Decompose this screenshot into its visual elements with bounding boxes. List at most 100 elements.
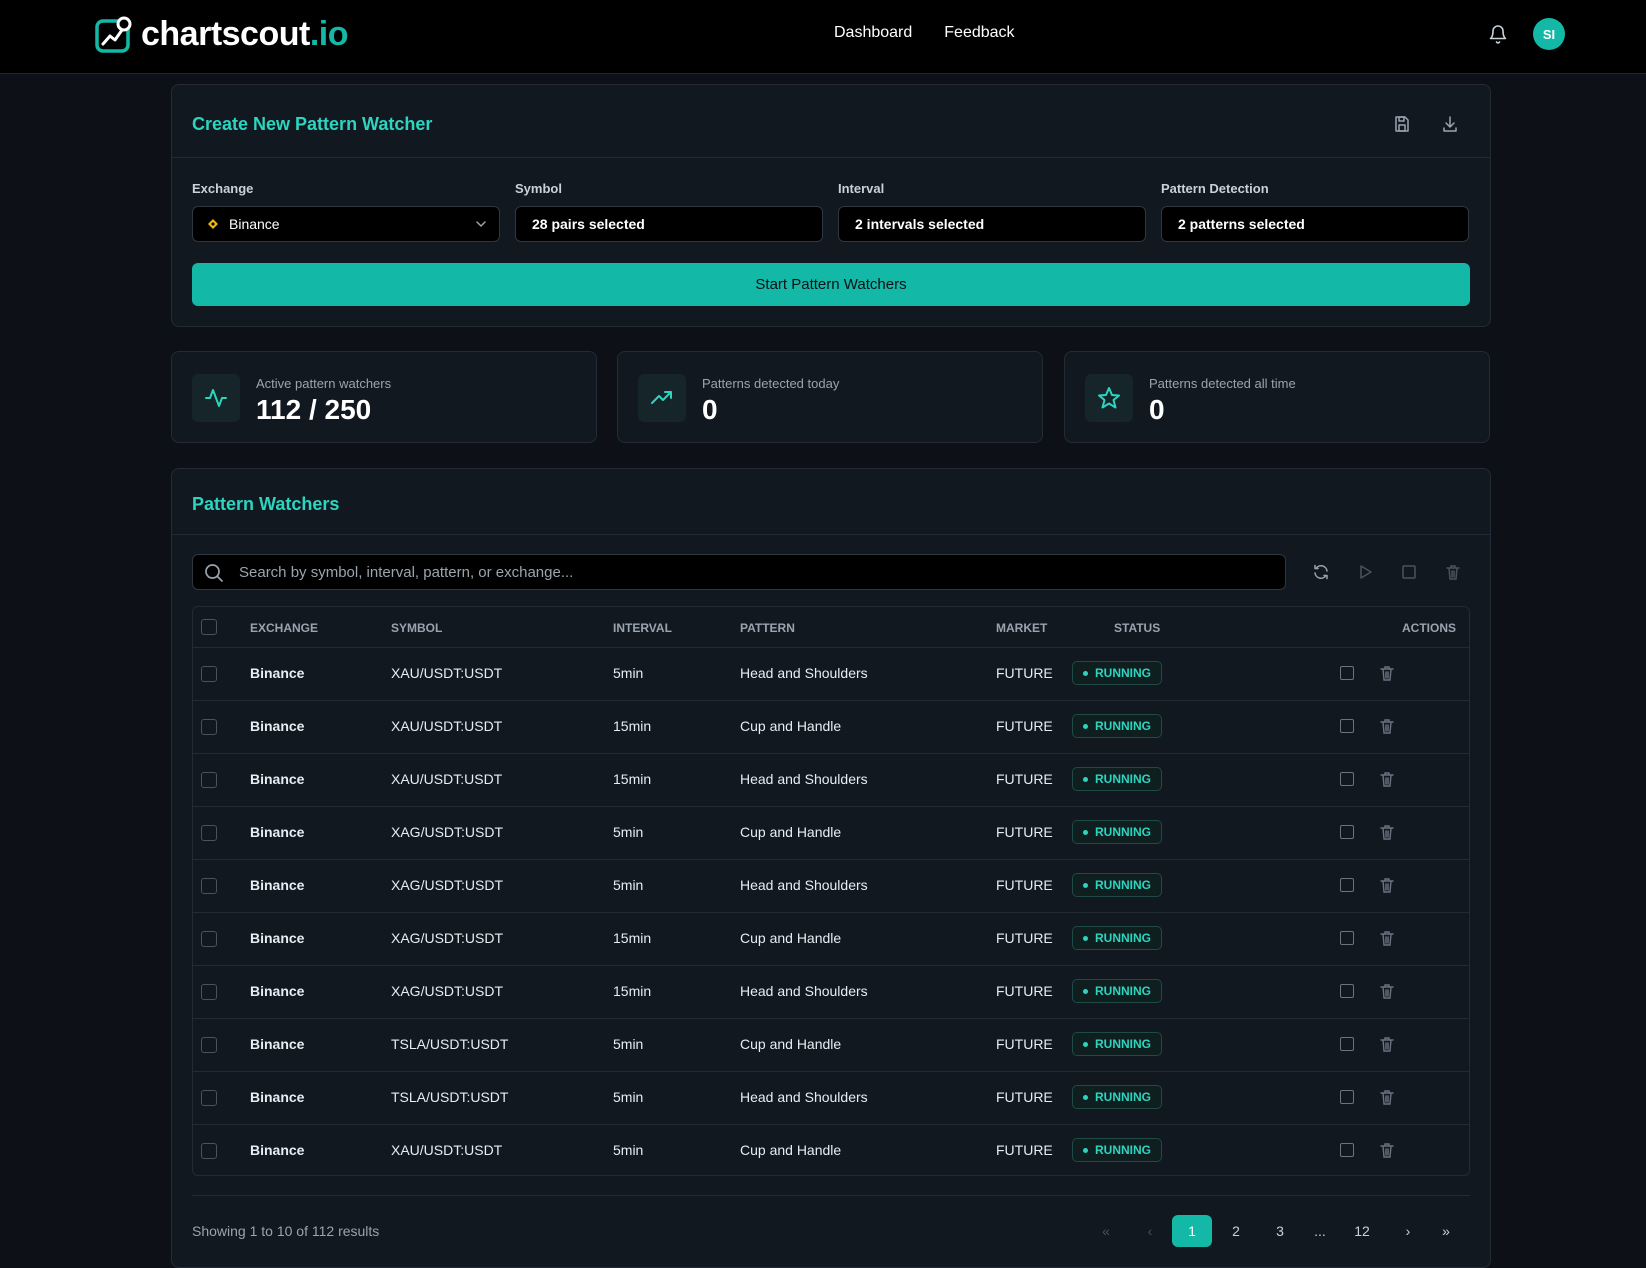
table-row[interactable]: Binance TSLA/USDT:USDT 5min Head and Should… [193,1071,1469,1124]
col-symbol[interactable]: SYMBOL [391,621,442,635]
last-page-button[interactable]: » [1430,1215,1462,1247]
row-checkbox[interactable] [201,931,217,947]
table-row[interactable]: Binance XAG/USDT:USDT 5min Cup and Handle FU… [193,806,1469,859]
stat-icon-box [638,374,686,422]
cell-exchange: Binance [250,665,305,681]
table-row[interactable]: Binance XAU/USDT:USDT 15min Head and Should… [193,753,1469,806]
stop-icon[interactable] [1340,1090,1354,1104]
cell-interval: 5min [613,877,644,893]
pattern-watchers-card: Pattern Watchers EXCHANGE SYMBOL INTERVA… [171,468,1491,1268]
divider [192,1195,1470,1196]
pattern-detection-select[interactable]: 2 patterns selected [1161,206,1469,242]
select-all-checkbox[interactable] [201,619,217,635]
bell-icon[interactable] [1488,23,1508,45]
table-row[interactable]: Binance XAU/USDT:USDT 5min Cup and Handle FU… [193,1124,1469,1175]
row-checkbox[interactable] [201,1037,217,1053]
status-text: RUNNING [1095,931,1151,945]
row-checkbox[interactable] [201,666,217,682]
user-avatar[interactable]: SI [1533,18,1565,50]
stop-icon[interactable] [1340,984,1354,998]
stop-icon[interactable] [1340,1143,1354,1157]
page-button-3[interactable]: 3 [1264,1215,1296,1247]
stop-icon[interactable] [1340,666,1354,680]
next-page-button[interactable]: › [1392,1215,1424,1247]
cell-symbol: XAU/USDT:USDT [391,665,503,681]
exchange-label: Exchange [192,181,254,196]
trash-icon[interactable] [1379,876,1395,894]
page-button-12[interactable]: 12 [1346,1215,1378,1247]
trash-icon[interactable] [1379,717,1395,735]
row-checkbox[interactable] [201,772,217,788]
table-row[interactable]: Binance XAG/USDT:USDT 15min Cup and Handle F… [193,912,1469,965]
stop-icon[interactable] [1340,772,1354,786]
status-dot [1083,935,1088,941]
nav-dashboard[interactable]: Dashboard [834,24,912,42]
table-row[interactable]: Binance XAU/USDT:USDT 15min Cup and Handle F… [193,700,1469,753]
trash-icon[interactable] [1379,982,1395,1000]
trash-icon[interactable] [1444,563,1462,581]
interval-select[interactable]: 2 intervals selected [838,206,1146,242]
trash-icon[interactable] [1379,1035,1395,1053]
cell-pattern: Head and Shoulders [740,665,868,681]
trash-icon[interactable] [1379,929,1395,947]
page-button-1[interactable]: 1 [1172,1215,1212,1247]
stop-icon[interactable] [1340,878,1354,892]
cell-interval: 5min [613,665,644,681]
stop-icon[interactable] [1340,719,1354,733]
search-input[interactable] [239,555,1269,589]
prev-page-button[interactable]: ‹ [1134,1215,1166,1247]
table-row[interactable]: Binance XAU/USDT:USDT 5min Head and Shoulde… [193,647,1469,700]
trending-up-icon [651,391,672,404]
trash-icon[interactable] [1379,1088,1395,1106]
cell-pattern: Cup and Handle [740,930,842,946]
table-row[interactable]: Binance TSLA/USDT:USDT 5min Cup and Handle F… [193,1018,1469,1071]
stop-icon[interactable] [1340,931,1354,945]
cell-market: FUTURE [996,930,1053,946]
exchange-select[interactable]: Binance [192,206,500,242]
first-page-button[interactable]: « [1090,1215,1122,1247]
nav-feedback[interactable]: Feedback [944,24,1014,42]
save-icon[interactable] [1393,115,1411,133]
trash-icon[interactable] [1379,770,1395,788]
download-icon[interactable] [1441,115,1459,133]
main-nav: Dashboard Feedback [834,24,1015,42]
col-interval[interactable]: INTERVAL [613,621,672,635]
start-pattern-watchers-button[interactable]: Start Pattern Watchers [192,263,1470,306]
table-row[interactable]: Binance XAG/USDT:USDT 5min Head and Shoulde… [193,859,1469,912]
logo[interactable]: chartscout.io [95,15,349,54]
col-pattern[interactable]: PATTERN [740,621,795,635]
play-icon[interactable] [1356,563,1374,581]
stop-icon[interactable] [1340,1037,1354,1051]
cell-exchange: Binance [250,877,305,893]
row-checkbox[interactable] [201,878,217,894]
status-dot [1083,988,1088,994]
binance-icon [208,219,218,229]
refresh-icon[interactable] [1312,563,1330,581]
col-exchange[interactable]: EXCHANGE [250,621,318,635]
status-badge: RUNNING [1072,979,1162,1003]
stop-icon[interactable] [1340,825,1354,839]
status-text: RUNNING [1095,1143,1151,1157]
status-dot [1083,1094,1088,1100]
trash-icon[interactable] [1379,1141,1395,1159]
cell-pattern: Cup and Handle [740,1142,842,1158]
row-checkbox[interactable] [201,1143,217,1159]
symbol-select[interactable]: 28 pairs selected [515,206,823,242]
col-status[interactable]: STATUS [1114,621,1160,635]
stop-icon[interactable] [1400,563,1418,581]
trash-icon[interactable] [1379,664,1395,682]
page-button-2[interactable]: 2 [1220,1215,1252,1247]
status-badge: RUNNING [1072,714,1162,738]
cell-market: FUTURE [996,718,1053,734]
table-row[interactable]: Binance XAG/USDT:USDT 15min Head and Should… [193,965,1469,1018]
table-header: EXCHANGE SYMBOL INTERVAL PATTERN MARKET … [193,607,1469,647]
col-actions: ACTIONS [1402,621,1456,635]
cell-exchange: Binance [250,824,305,840]
row-checkbox[interactable] [201,984,217,1000]
trash-icon[interactable] [1379,823,1395,841]
cell-interval: 5min [613,1036,644,1052]
row-checkbox[interactable] [201,1090,217,1106]
col-market[interactable]: MARKET [996,621,1047,635]
row-checkbox[interactable] [201,719,217,735]
row-checkbox[interactable] [201,825,217,841]
